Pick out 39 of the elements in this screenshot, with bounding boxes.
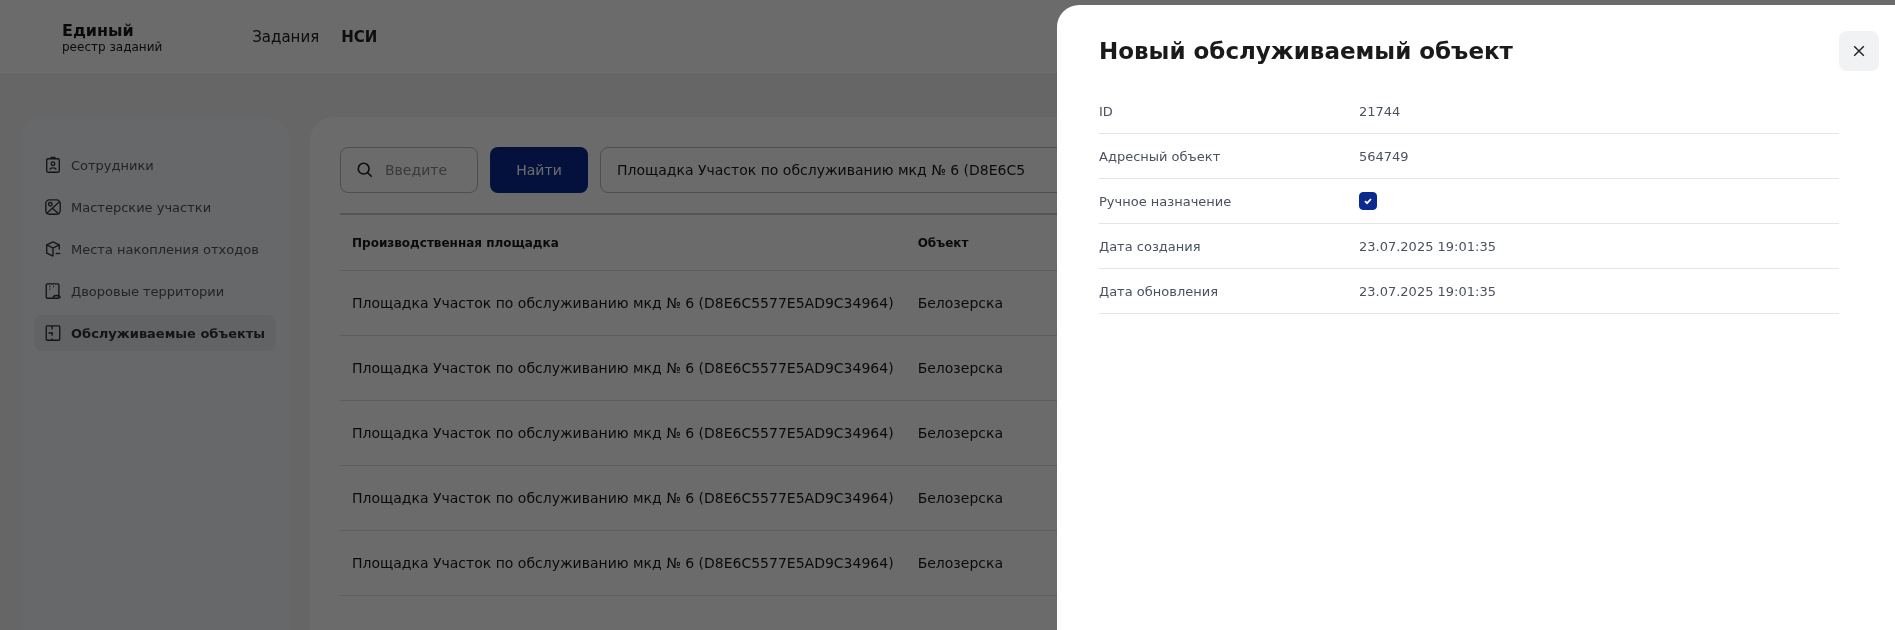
table-cell: Белозерска (917, 490, 1004, 506)
column-header: Объект (917, 235, 969, 250)
sidebar-item[interactable]: Сотрудники (34, 147, 276, 183)
table-cell: Площадка Участок по обслуживанию мкд № 6 (D8E6C5577E5AD9C34964) (352, 555, 894, 571)
floor-plan-icon (44, 324, 62, 342)
field-value: 564749 (1359, 148, 1409, 164)
field-value: 23.07.2025 19:01:35 (1359, 283, 1496, 299)
field-label: Ручное назначение (1099, 193, 1233, 209)
table-cell: Белозерска (917, 295, 1004, 311)
box-icon (44, 240, 62, 258)
field-label: Дата создания (1099, 238, 1202, 254)
nav-tab[interactable]: НСИ (341, 28, 378, 46)
field-value: 23.07.2025 19:01:35 (1359, 238, 1496, 254)
id-badge-icon (44, 156, 62, 174)
table-cell: Площадка Участок по обслуживанию мкд № 6 (D8E6C5577E5AD9C34964) (352, 490, 894, 506)
field-value: 21744 (1359, 103, 1401, 119)
field-label: ID (1099, 103, 1114, 119)
sidebar-item[interactable]: Дворовые территории (34, 273, 276, 309)
building-icon (44, 282, 62, 300)
close-icon (1851, 43, 1867, 59)
checkbox[interactable] (1359, 192, 1377, 210)
table-cell: Белозерска (917, 555, 1004, 571)
table-cell: Белозерска (917, 360, 1004, 376)
sidebar-item[interactable]: Мастерские участки (34, 189, 276, 225)
column-header: Производственная площадка (352, 235, 559, 250)
logo-title: Единый (62, 20, 135, 40)
table-cell: Белозерска (917, 425, 1004, 441)
close-button[interactable] (1839, 31, 1879, 71)
logo-subtitle: реестр заданий (62, 39, 163, 54)
field-label: Дата обновления (1099, 283, 1219, 299)
find-button[interactable]: Найти (490, 147, 588, 193)
table-cell: Площадка Участок по обслуживанию мкд № 6 (D8E6C5577E5AD9C34964) (352, 295, 894, 311)
table-cell: Площадка Участок по обслуживанию мкд № 6 (D8E6C5577E5AD9C34964) (352, 360, 894, 376)
nav-tab[interactable]: Задания (252, 28, 320, 46)
search-icon (356, 161, 374, 179)
drawer-title: Новый обслуживаемый объект (1099, 38, 1513, 64)
sidebar-item[interactable]: Места накопления отходов (34, 231, 276, 267)
sidebar-item[interactable]: Обслуживаемые объекты (34, 315, 276, 351)
table-cell: Площадка Участок по обслуживанию мкд № 6 (D8E6C5577E5AD9C34964) (352, 425, 894, 441)
